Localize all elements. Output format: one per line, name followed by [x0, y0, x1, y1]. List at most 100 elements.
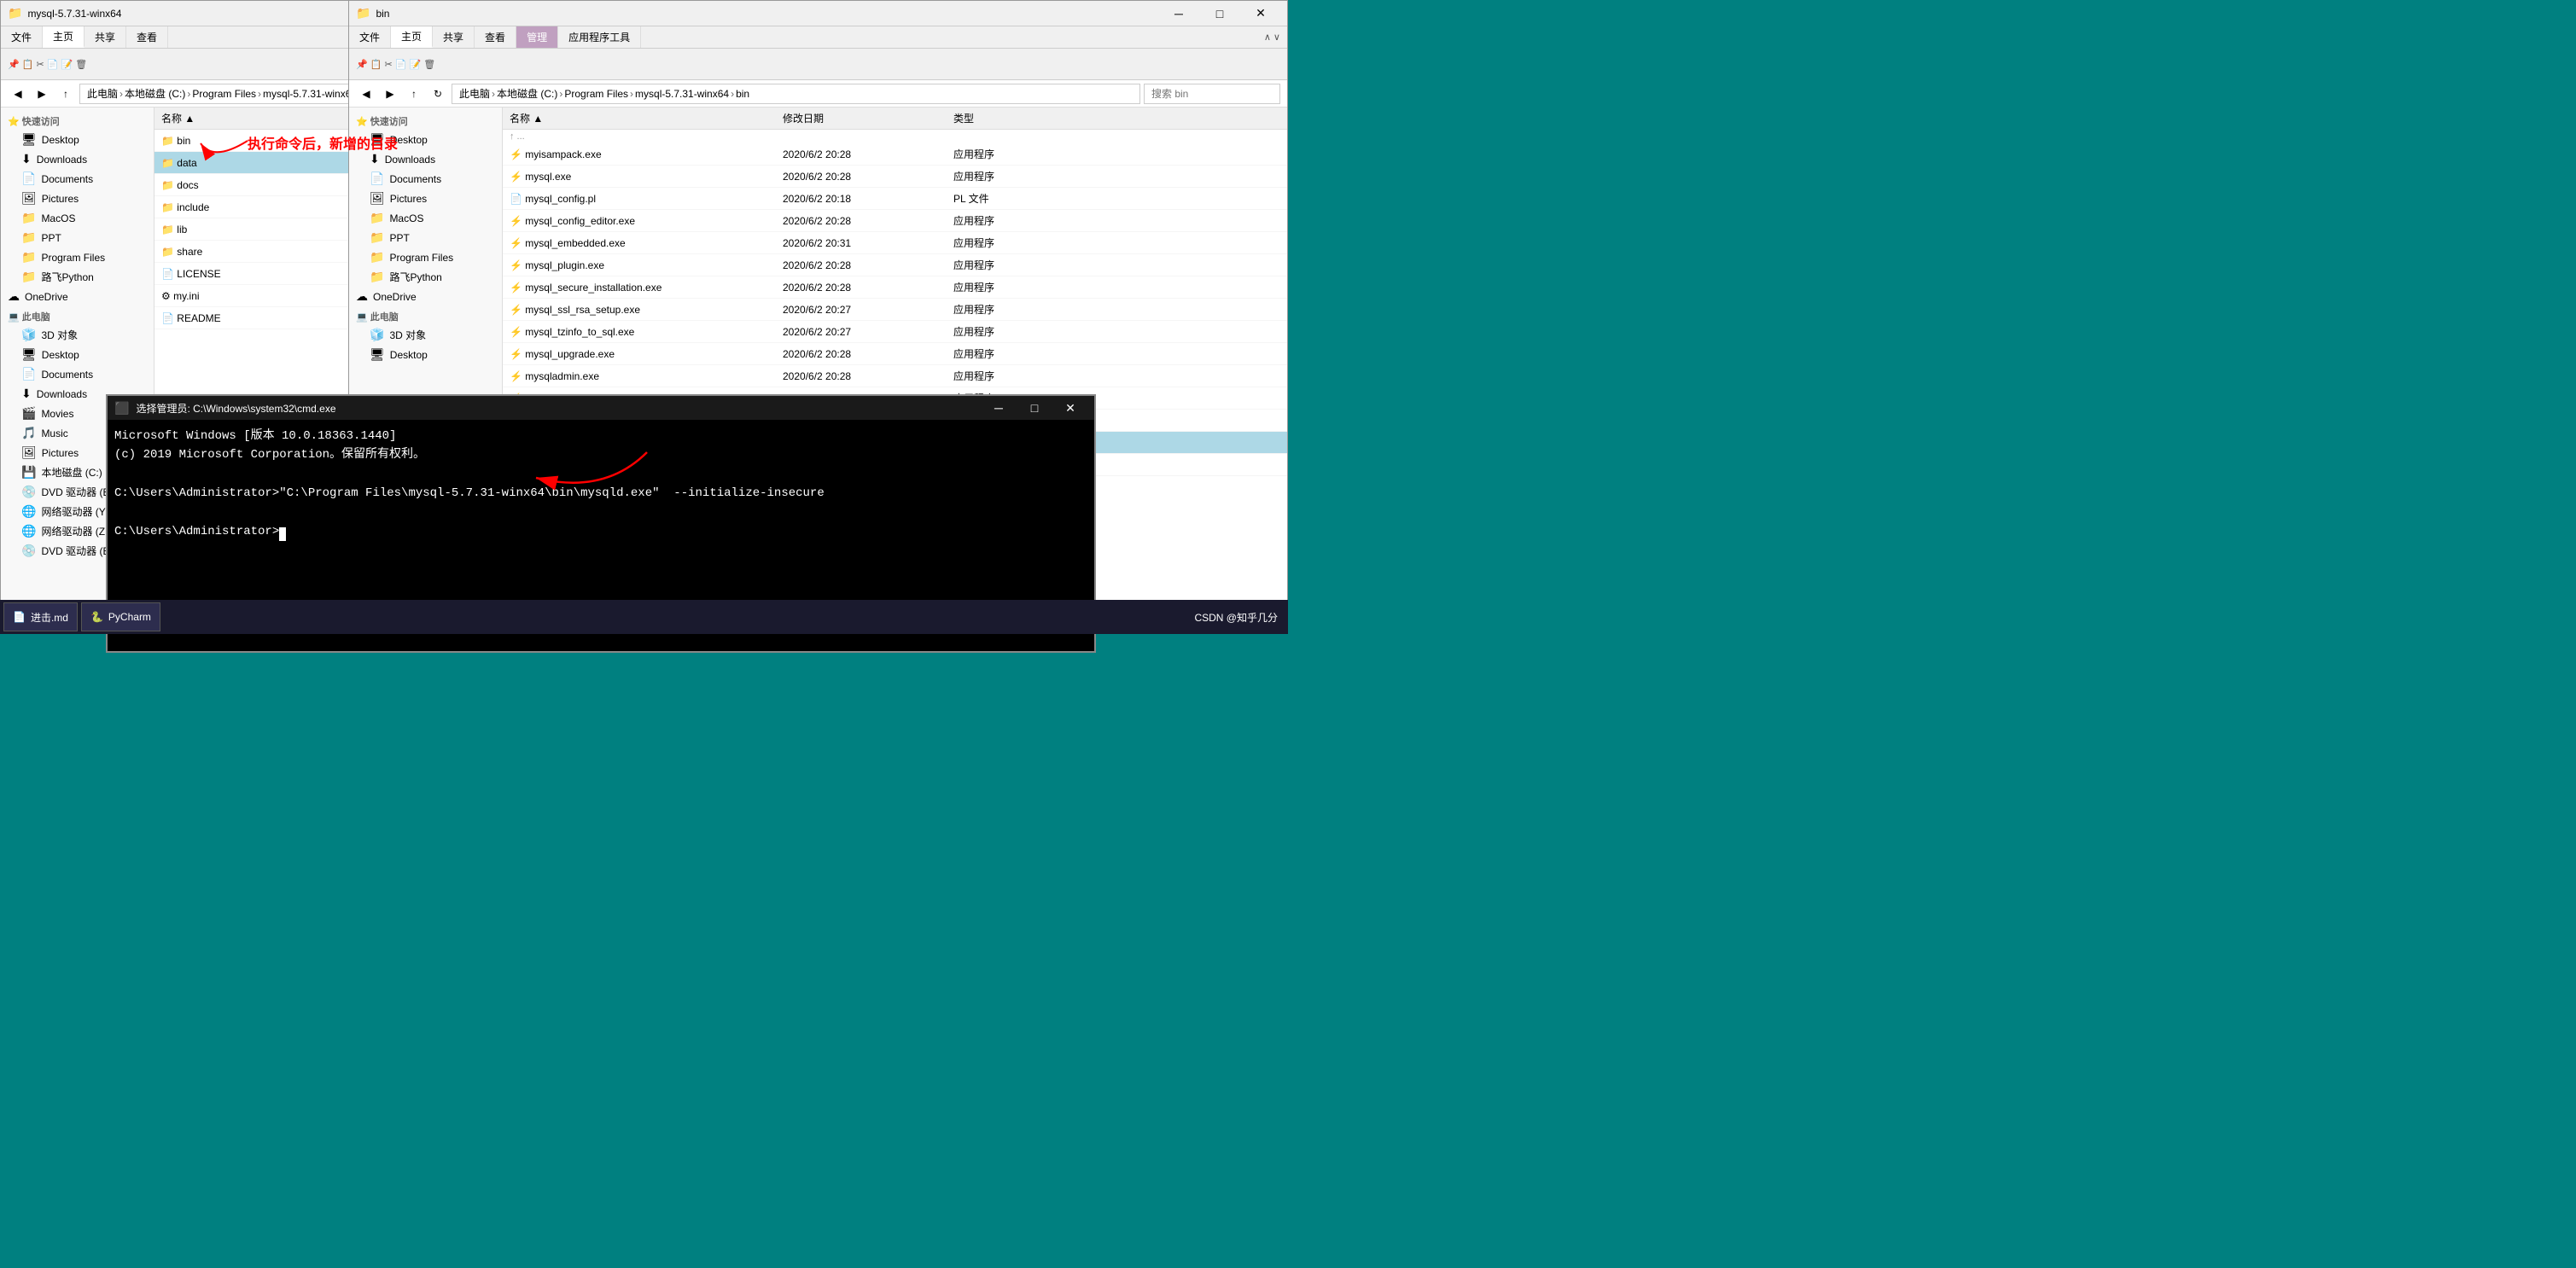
right-search-input[interactable]: [1144, 84, 1280, 104]
dvde2-icon: 💿: [21, 544, 36, 558]
left-back-button[interactable]: ◀: [8, 84, 28, 104]
r-luffy-icon: 📁: [370, 270, 384, 284]
left-path-mysql[interactable]: mysql-5.7.31-winx64: [263, 88, 357, 100]
right-file-row-myisampack[interactable]: ⚡ myisampack.exe 2020/6/2 20:28 应用程序: [503, 143, 1287, 166]
right-ribbon-tabs[interactable]: 文件 主页 共享 查看 管理 应用程序工具 ∧ ∨: [349, 26, 1287, 49]
right-file-row-mysql-plugin[interactable]: ⚡ mysql_plugin.exe 2020/6/2 20:28 应用程序: [503, 254, 1287, 276]
taskbar-item-jinjin[interactable]: 📄 进击.md: [3, 602, 78, 631]
right-address-path[interactable]: 此电脑 › 本地磁盘 (C:) › Program Files › mysql-…: [452, 84, 1140, 104]
right-back-button[interactable]: ◀: [356, 84, 376, 104]
pycharm-label: PyCharm: [108, 611, 151, 623]
sidebar-item-desktop[interactable]: 🖥Desktop: [1, 130, 154, 149]
left-path-programfiles[interactable]: Program Files: [192, 88, 256, 100]
right-maximize-button[interactable]: □: [1200, 1, 1239, 26]
cmd-controls[interactable]: ─ □ ✕: [982, 396, 1087, 420]
right-file-type-mysqladmin: 应用程序: [947, 369, 1049, 383]
right-file-row-mysql-secure[interactable]: ⚡ mysql_secure_installation.exe 2020/6/2…: [503, 276, 1287, 299]
sidebar-item-3dobjects[interactable]: 🧊3D 对象: [1, 325, 154, 345]
right-file-row-mysql-tzinfo[interactable]: ⚡ mysql_tzinfo_to_sql.exe 2020/6/2 20:27…: [503, 321, 1287, 343]
pictures2-icon: 🖼: [21, 445, 37, 460]
right-sidebar-macos[interactable]: 📁MacOS: [349, 208, 502, 228]
left-ribbon-buttons: 📌 📋 ✂ 📄 📝 🗑: [8, 59, 87, 70]
right-sidebar-luffy[interactable]: 📁路飞Python: [349, 267, 502, 287]
cmd-title-text: 选择管理员: C:\Windows\system32\cmd.exe: [136, 401, 975, 416]
right-tab-manage[interactable]: 管理: [516, 26, 558, 48]
sidebar-item-programfiles[interactable]: 📁Program Files: [1, 247, 154, 267]
taskbar-item-pycharm[interactable]: 🐍 PyCharm: [81, 602, 160, 631]
right-file-row-mysql-config-editor[interactable]: ⚡ mysql_config_editor.exe 2020/6/2 20:28…: [503, 210, 1287, 232]
right-path-bin[interactable]: bin: [736, 88, 749, 100]
left-path-pc[interactable]: 此电脑: [87, 86, 118, 101]
cmd-line-1: Microsoft Windows [版本 10.0.18363.1440]: [114, 427, 1087, 445]
right-sidebar-onedrive[interactable]: ☁OneDrive: [349, 287, 502, 306]
left-tab-view[interactable]: 查看: [126, 26, 168, 48]
left-path-c[interactable]: 本地磁盘 (C:): [125, 86, 185, 101]
sidebar-item-pictures[interactable]: 🖼Pictures: [1, 189, 154, 208]
right-sidebar-pictures[interactable]: 🖼Pictures: [349, 189, 502, 208]
right-tab-view[interactable]: 查看: [475, 26, 516, 48]
right-tab-home[interactable]: 主页: [391, 26, 433, 48]
right-sidebar-programfiles[interactable]: 📁Program Files: [349, 247, 502, 267]
right-file-row-mysqlconfig[interactable]: 📄 mysql_config.pl 2020/6/2 20:18 PL 文件: [503, 188, 1287, 210]
right-file-date-mysqlconfig: 2020/6/2 20:18: [776, 193, 947, 205]
r-desktop2-icon: 🖥: [370, 347, 385, 362]
right-path-mysql[interactable]: mysql-5.7.31-winx64: [635, 88, 729, 100]
right-col-type[interactable]: 类型: [947, 111, 1049, 125]
right-sidebar-downloads[interactable]: ⬇Downloads: [349, 149, 502, 169]
right-file-row-mysqladmin[interactable]: ⚡ mysqladmin.exe 2020/6/2 20:28 应用程序: [503, 365, 1287, 387]
cmd-close-button[interactable]: ✕: [1053, 396, 1087, 420]
right-tab-file[interactable]: 文件: [349, 26, 391, 48]
right-file-row-mysql-upgrade[interactable]: ⚡ mysql_upgrade.exe 2020/6/2 20:28 应用程序: [503, 343, 1287, 365]
right-file-row-mysql-embedded[interactable]: ⚡ mysql_embedded.exe 2020/6/2 20:31 应用程序: [503, 232, 1287, 254]
right-sidebar-ppt[interactable]: 📁PPT: [349, 228, 502, 247]
right-file-row-mysql-ssl[interactable]: ⚡ mysql_ssl_rsa_setup.exe 2020/6/2 20:27…: [503, 299, 1287, 321]
programfiles-icon: 📁: [21, 250, 36, 265]
left-tab-file[interactable]: 文件: [1, 26, 43, 48]
right-tab-apptools[interactable]: 应用程序工具: [558, 26, 641, 48]
sidebar-item-ppt[interactable]: 📁PPT: [1, 228, 154, 247]
right-title-controls[interactable]: ─ □ ✕: [1159, 1, 1280, 26]
sidebar-item-downloads[interactable]: ⬇Downloads: [1, 149, 154, 169]
right-up-button[interactable]: ↑: [404, 84, 424, 104]
sidebar-item-documents2[interactable]: 📄Documents: [1, 364, 154, 384]
right-sidebar-3dobjects[interactable]: 🧊3D 对象: [349, 325, 502, 345]
r-downloads-icon: ⬇: [370, 152, 380, 166]
left-tab-share[interactable]: 共享: [85, 26, 126, 48]
sidebar-item-macos[interactable]: 📁MacOS: [1, 208, 154, 228]
left-tab-home[interactable]: 主页: [43, 26, 85, 48]
right-ribbon-chevron: ∧ ∨: [1264, 32, 1280, 43]
sidebar-item-onedrive[interactable]: ☁OneDrive: [1, 287, 154, 306]
right-file-type-mysqlconfig: PL 文件: [947, 191, 1049, 206]
right-minimize-button[interactable]: ─: [1159, 1, 1198, 26]
right-file-type-mysql-secure: 应用程序: [947, 280, 1049, 294]
cmd-line-4: C:\Users\Administrator>"C:\Program Files…: [114, 484, 1087, 503]
cmd-minimize-button[interactable]: ─: [982, 396, 1016, 420]
right-file-row-mysql[interactable]: ⚡ mysql.exe 2020/6/2 20:28 应用程序: [503, 166, 1287, 188]
right-file-date-mysql-embedded: 2020/6/2 20:31: [776, 237, 947, 249]
right-tab-share[interactable]: 共享: [433, 26, 475, 48]
sidebar-item-luffy[interactable]: 📁路飞Python: [1, 267, 154, 287]
cmd-maximize-button[interactable]: □: [1017, 396, 1052, 420]
right-sidebar-quickaccess-label: ⭐ 快速访问: [349, 111, 502, 130]
right-ribbon: 文件 主页 共享 查看 管理 应用程序工具 ∧ ∨ 📌 📋 ✂ 📄 📝 🗑: [349, 26, 1287, 80]
right-col-date[interactable]: 修改日期: [776, 111, 947, 125]
left-forward-button[interactable]: ▶: [32, 84, 52, 104]
right-refresh-button[interactable]: ↻: [428, 84, 448, 104]
right-path-programfiles[interactable]: Program Files: [564, 88, 628, 100]
music-icon: 🎵: [21, 426, 36, 440]
r-onedrive-icon: ☁: [356, 289, 368, 304]
right-sidebar-desktop[interactable]: 🖥Desktop: [349, 130, 502, 149]
file-name-license: 📄 LICENSE: [154, 268, 375, 280]
right-path-pc[interactable]: 此电脑: [459, 86, 490, 101]
sidebar-item-desktop2[interactable]: 🖥Desktop: [1, 345, 154, 364]
right-address-bar: ◀ ▶ ↑ ↻ 此电脑 › 本地磁盘 (C:) › Program Files …: [349, 80, 1287, 108]
left-up-button[interactable]: ↑: [55, 84, 76, 104]
left-col-name[interactable]: 名称 ▲: [154, 111, 375, 125]
right-col-name[interactable]: 名称 ▲: [503, 111, 776, 125]
right-sidebar-documents[interactable]: 📄Documents: [349, 169, 502, 189]
right-forward-button[interactable]: ▶: [380, 84, 400, 104]
sidebar-item-documents[interactable]: 📄Documents: [1, 169, 154, 189]
right-path-c[interactable]: 本地磁盘 (C:): [497, 86, 557, 101]
right-sidebar-desktop2[interactable]: 🖥Desktop: [349, 345, 502, 364]
right-close-button[interactable]: ✕: [1241, 1, 1280, 26]
